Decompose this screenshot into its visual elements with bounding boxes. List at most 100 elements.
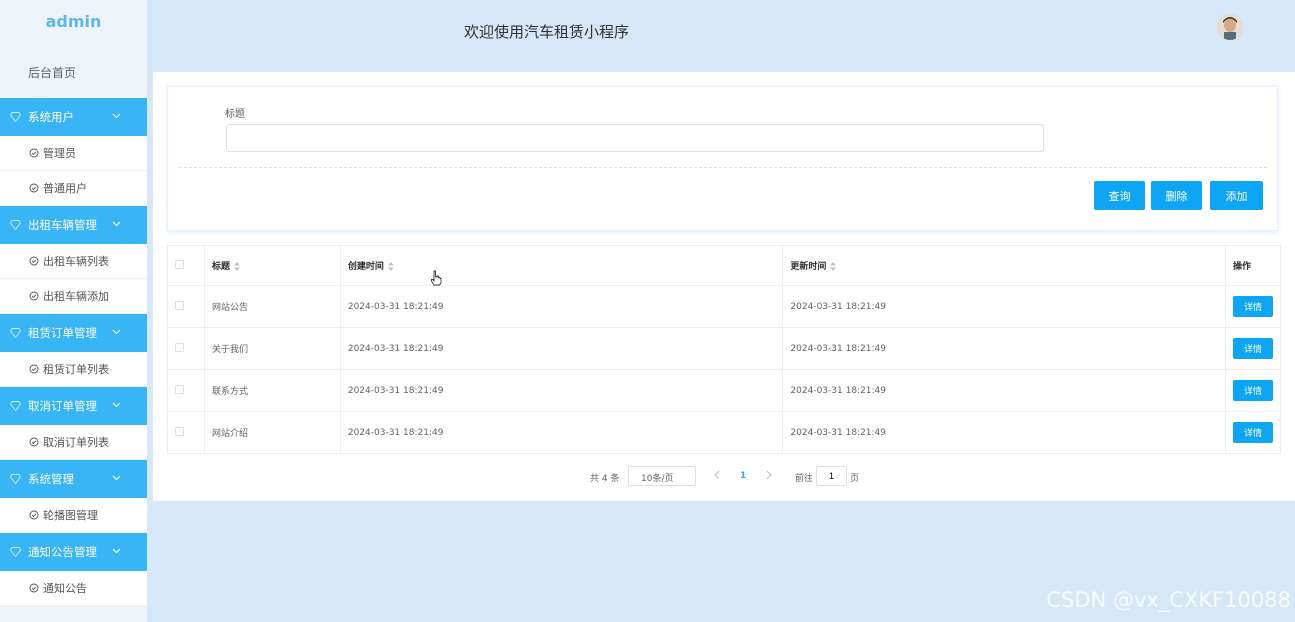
select-all-checkbox[interactable] <box>175 259 184 269</box>
cell-title: 网站公告 <box>204 285 341 328</box>
sort-icon[interactable] <box>234 262 240 271</box>
cell-title: 网站介绍 <box>204 411 341 454</box>
detail-button[interactable]: 详情 <box>1232 338 1273 359</box>
goto-page-input[interactable] <box>816 466 847 486</box>
sidebar-item-label: 轮播图管理 <box>43 509 98 522</box>
chevron-down-icon <box>110 545 122 557</box>
diamond-icon <box>9 473 21 485</box>
table-row[interactable]: 网站公告 2024-03-31 18:21:49 2024-03-31 18:21:… <box>167 285 1282 328</box>
sidebar-group-header[interactable]: 系统用户 <box>0 98 147 136</box>
divider <box>179 167 1267 168</box>
sidebar-item[interactable]: 租赁订单列表 <box>0 352 147 387</box>
row-select-cell[interactable] <box>167 327 205 370</box>
check-circle-icon <box>29 510 39 520</box>
column-header-created[interactable]: 创建时间 <box>340 245 784 286</box>
delete-button[interactable]: 删除 <box>1151 181 1202 210</box>
search-label: 标题 <box>225 109 245 120</box>
cell-actions: 详情 <box>1225 327 1282 370</box>
sidebar-item-home[interactable]: 后台首页 <box>0 44 147 98</box>
sidebar-group-header[interactable]: 租赁订单管理 <box>0 314 147 352</box>
avatar[interactable] <box>1217 14 1243 40</box>
chevron-down-icon <box>110 472 122 484</box>
check-circle-icon <box>29 364 39 374</box>
check-circle-icon <box>29 583 39 593</box>
sidebar-group-label: 取消订单管理 <box>28 399 97 413</box>
cell-title: 关于我们 <box>204 327 341 370</box>
table-body: 网站公告 2024-03-31 18:21:49 2024-03-31 18:21:… <box>167 285 1282 454</box>
chevron-down-icon <box>110 326 122 338</box>
diamond-icon <box>9 219 21 231</box>
sidebar-item[interactable]: 普通用户 <box>0 171 147 206</box>
cell-created: 2024-03-31 18:21:49 <box>340 411 784 454</box>
row-checkbox[interactable] <box>175 342 184 352</box>
detail-button[interactable]: 详情 <box>1232 422 1273 443</box>
sort-icon[interactable] <box>830 262 837 271</box>
row-checkbox[interactable] <box>175 384 184 394</box>
sidebar-item[interactable]: 出租车辆添加 <box>0 279 147 314</box>
sidebar-group-header[interactable]: 出租车辆管理 <box>0 206 147 244</box>
row-checkbox[interactable] <box>175 300 184 310</box>
sidebar-item[interactable]: 轮播图管理 <box>0 498 147 533</box>
table-header-row: 标题 创建时间 更新时间 操作 <box>167 245 1282 286</box>
query-button[interactable]: 查询 <box>1094 181 1145 210</box>
page-size-select[interactable]: 10条/页 <box>628 466 696 486</box>
sidebar-item[interactable]: 通知公告 <box>0 571 147 606</box>
cell-actions: 详情 <box>1225 411 1282 454</box>
sidebar-item-label: 租赁订单列表 <box>43 363 109 376</box>
row-select-cell[interactable] <box>167 285 205 328</box>
sidebar-item[interactable]: 取消订单列表 <box>0 425 147 460</box>
cell-actions: 详情 <box>1225 285 1282 328</box>
table-row[interactable]: 关于我们 2024-03-31 18:21:49 2024-03-31 18:21:… <box>167 327 1282 370</box>
sidebar-group-header[interactable]: 通知公告管理 <box>0 533 147 571</box>
sidebar-item-label: 普通用户 <box>43 182 87 195</box>
sidebar-group-label: 通知公告管理 <box>28 545 97 559</box>
sidebar-item-label: 出租车辆添加 <box>43 290 109 303</box>
diamond-icon <box>9 400 21 412</box>
cell-title: 联系方式 <box>204 369 341 412</box>
cell-created: 2024-03-31 18:21:49 <box>340 327 784 370</box>
column-header-updated[interactable]: 更新时间 <box>782 245 1226 286</box>
page-title: 欢迎使用汽车租赁小程序 <box>464 23 630 41</box>
prev-page-icon[interactable] <box>713 470 721 480</box>
row-select-cell[interactable] <box>167 369 205 412</box>
chevron-down-icon <box>110 110 122 122</box>
column-header-title[interactable]: 标题 <box>204 245 341 286</box>
table-row[interactable]: 网站介绍 2024-03-31 18:21:49 2024-03-31 18:21:… <box>167 411 1282 454</box>
sidebar-item[interactable]: 出租车辆列表 <box>0 244 147 279</box>
check-circle-icon <box>29 183 39 193</box>
diamond-icon <box>9 546 21 558</box>
page-unit-label: 页 <box>850 474 860 484</box>
column-header-actions: 操作 <box>1225 245 1282 286</box>
select-all-cell[interactable] <box>167 245 205 286</box>
check-circle-icon <box>29 291 39 301</box>
sidebar-group-label: 租赁订单管理 <box>28 326 97 340</box>
page-number-current[interactable]: 1 <box>740 471 746 481</box>
sidebar-item-label: 取消订单列表 <box>43 436 109 449</box>
sidebar-group-header[interactable]: 取消订单管理 <box>0 387 147 425</box>
detail-button[interactable]: 详情 <box>1232 380 1273 401</box>
detail-button[interactable]: 详情 <box>1232 296 1273 317</box>
sidebar-group-label: 系统管理 <box>28 472 74 486</box>
table-row[interactable]: 联系方式 2024-03-31 18:21:49 2024-03-31 18:21:… <box>167 369 1282 412</box>
sidebar-menu: 系统用户管理员普通用户出租车辆管理出租车辆列表出租车辆添加租赁订单管理租赁订单列… <box>0 98 147 606</box>
main-content: 标题 查询 删除 添加 标题 创建时间 更新时间 操作 网站公告 2024-03-… <box>153 72 1295 501</box>
row-checkbox[interactable] <box>175 426 184 436</box>
check-circle-icon <box>29 148 39 158</box>
title-search-input[interactable] <box>226 124 1044 152</box>
logo: admin <box>45 12 102 31</box>
sort-icon[interactable] <box>387 262 394 271</box>
sidebar-item[interactable]: 管理员 <box>0 136 147 171</box>
cell-updated: 2024-03-31 18:21:49 <box>782 369 1226 412</box>
chevron-down-icon <box>110 399 122 411</box>
cell-updated: 2024-03-31 18:21:49 <box>782 285 1226 328</box>
add-button[interactable]: 添加 <box>1210 181 1263 210</box>
next-page-icon[interactable] <box>765 470 773 480</box>
cell-updated: 2024-03-31 18:21:49 <box>782 411 1226 454</box>
row-select-cell[interactable] <box>167 411 205 454</box>
column-header-label: 更新时间 <box>790 262 827 272</box>
cursor-hand-icon <box>431 270 442 286</box>
sidebar-group-label: 出租车辆管理 <box>28 218 97 232</box>
sidebar-item-label: 管理员 <box>43 147 76 160</box>
sidebar-group-header[interactable]: 系统管理 <box>0 460 147 498</box>
cell-updated: 2024-03-31 18:21:49 <box>782 327 1226 370</box>
